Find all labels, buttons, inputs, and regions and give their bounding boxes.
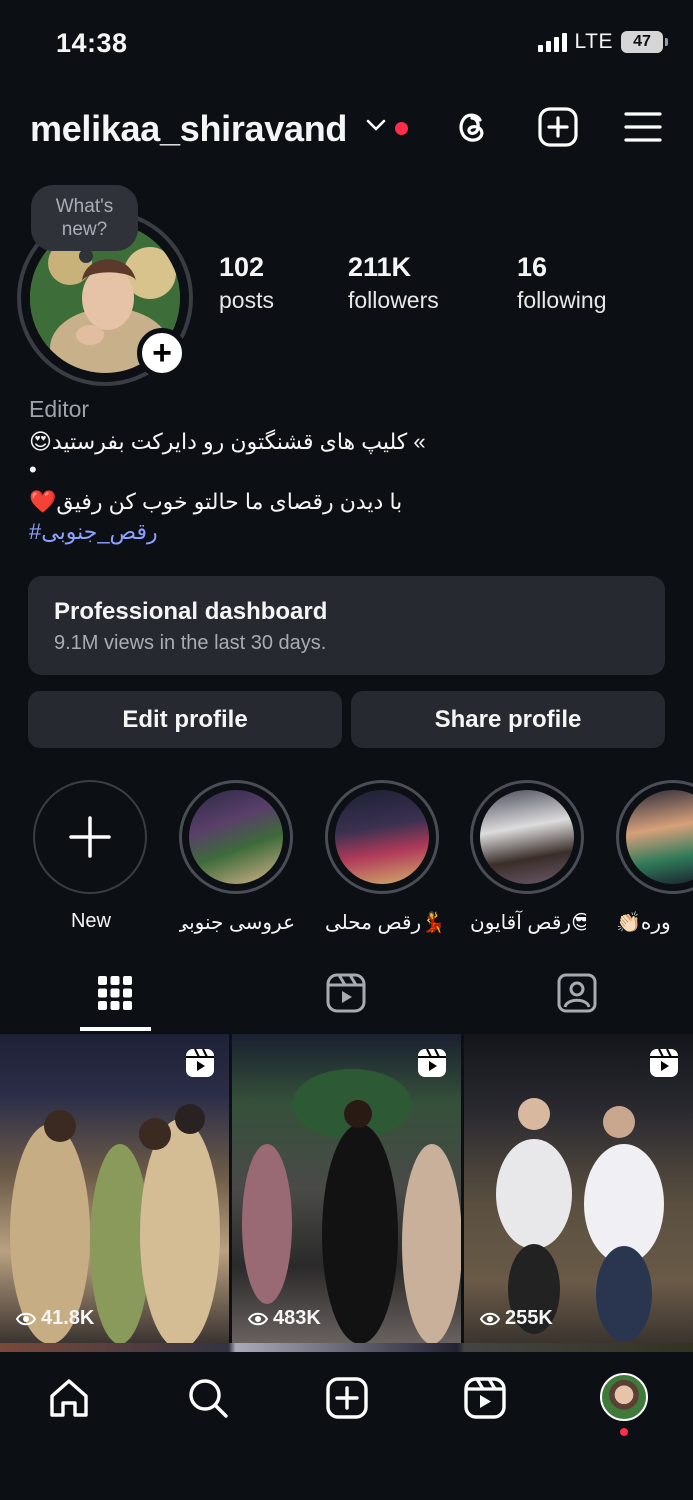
professional-dashboard[interactable]: Professional dashboard 9.1M views in the… bbox=[28, 576, 665, 675]
signal-icon bbox=[537, 32, 567, 52]
post-thumbnail[interactable]: 255K bbox=[464, 1034, 693, 1344]
notification-dot bbox=[395, 122, 408, 135]
highlight-cover[interactable] bbox=[179, 780, 293, 894]
home-icon[interactable] bbox=[47, 1376, 91, 1420]
reel-icon bbox=[186, 1048, 214, 1077]
status-indicators: LTE 47 bbox=[537, 30, 668, 54]
eye-icon bbox=[248, 1312, 268, 1325]
highlight-cover[interactable] bbox=[470, 780, 584, 894]
stat-followers[interactable]: 211K followers bbox=[348, 252, 439, 314]
bio-line: با دیدن رقصای ما حالتو خوب کن رفیق❤️ bbox=[29, 489, 403, 514]
search-icon[interactable] bbox=[186, 1376, 230, 1420]
view-count-text: 41.8K bbox=[41, 1307, 95, 1329]
highlight-item[interactable]: عروسی جنوبی... bbox=[179, 780, 295, 935]
stat-posts[interactable]: 102 posts bbox=[219, 252, 274, 314]
reels-icon[interactable] bbox=[326, 973, 366, 1013]
username[interactable]: melikaa_shiravand bbox=[30, 108, 347, 150]
eye-icon bbox=[16, 1312, 36, 1325]
view-count-text: 483K bbox=[273, 1307, 321, 1329]
reel-icon bbox=[418, 1048, 446, 1077]
active-tab-indicator bbox=[80, 1027, 151, 1031]
note-bubble[interactable]: What's new? bbox=[31, 185, 138, 263]
tagged-icon[interactable] bbox=[557, 973, 597, 1013]
highlight-label: رقص آقایون😎 bbox=[470, 912, 586, 934]
bio-line: • bbox=[29, 457, 37, 482]
profile-avatar[interactable] bbox=[600, 1373, 648, 1421]
eye-icon bbox=[480, 1312, 500, 1325]
plus-icon[interactable] bbox=[33, 780, 147, 894]
stat-value: 16 bbox=[517, 252, 548, 282]
view-count: 483K bbox=[248, 1307, 321, 1330]
add-story-icon[interactable]: + bbox=[137, 328, 187, 378]
view-count: 255K bbox=[480, 1307, 553, 1330]
notification-dot bbox=[620, 1428, 628, 1436]
stat-label: posts bbox=[219, 287, 274, 313]
highlight-item[interactable]: رقص آقایون😎 bbox=[470, 780, 586, 935]
view-count: 41.8K bbox=[16, 1307, 94, 1330]
highlight-label: عروسی جنوبی... bbox=[179, 912, 295, 934]
stat-label: followers bbox=[348, 287, 439, 313]
stat-label: following bbox=[517, 287, 607, 313]
create-icon[interactable] bbox=[537, 106, 579, 148]
bottom-navbar bbox=[0, 1352, 693, 1500]
network-label: LTE bbox=[574, 30, 613, 53]
share-profile-button[interactable]: Share profile bbox=[351, 691, 665, 748]
stat-following[interactable]: 16 following bbox=[517, 252, 607, 314]
highlight-item[interactable]: رقص محلی💃 bbox=[325, 780, 441, 935]
reels-icon[interactable] bbox=[463, 1376, 507, 1420]
highlight-label: New bbox=[70, 910, 111, 932]
highlight-label: 👏🏻وره bbox=[616, 912, 671, 934]
grid-icon[interactable] bbox=[95, 973, 135, 1013]
status-bar: 14:38 LTE 47 bbox=[0, 0, 693, 90]
highlight-new[interactable]: New bbox=[33, 780, 149, 933]
status-time: 14:38 bbox=[56, 28, 128, 58]
highlight-cover[interactable] bbox=[616, 780, 693, 894]
profile-bio: Editor » کلیپ های قشنگتون رو دایرکت بفرس… bbox=[29, 396, 669, 545]
highlight-label: رقص محلی💃 bbox=[325, 912, 441, 934]
highlight-item[interactable]: 👏🏻وره bbox=[616, 780, 693, 935]
create-icon[interactable] bbox=[325, 1376, 369, 1420]
view-count-text: 255K bbox=[505, 1307, 553, 1329]
battery-icon: 47 bbox=[621, 31, 668, 53]
chevron-down-icon[interactable] bbox=[366, 118, 386, 132]
stat-value: 102 bbox=[219, 252, 265, 282]
post-thumbnail[interactable]: 41.8K bbox=[0, 1034, 229, 1344]
bio-line: » کلیپ های قشنگتون رو دایرکت بفرستید😍 bbox=[29, 429, 426, 454]
profile-category: Editor bbox=[29, 396, 90, 422]
stat-value: 211K bbox=[348, 252, 412, 282]
dashboard-title: Professional dashboard bbox=[54, 598, 328, 625]
highlight-cover[interactable] bbox=[325, 780, 439, 894]
reel-icon bbox=[650, 1048, 678, 1077]
profile-header: melikaa_shiravand bbox=[0, 100, 693, 160]
post-thumbnail[interactable]: 483K bbox=[232, 1034, 461, 1344]
edit-profile-button[interactable]: Edit profile bbox=[28, 691, 342, 748]
profile-tabs bbox=[0, 965, 693, 1033]
bio-hashtag-link[interactable]: #رقص_جنوبی bbox=[29, 519, 669, 545]
threads-icon[interactable] bbox=[451, 106, 493, 148]
menu-icon[interactable] bbox=[622, 106, 664, 148]
dashboard-subtitle: 9.1M views in the last 30 days. bbox=[54, 632, 327, 654]
